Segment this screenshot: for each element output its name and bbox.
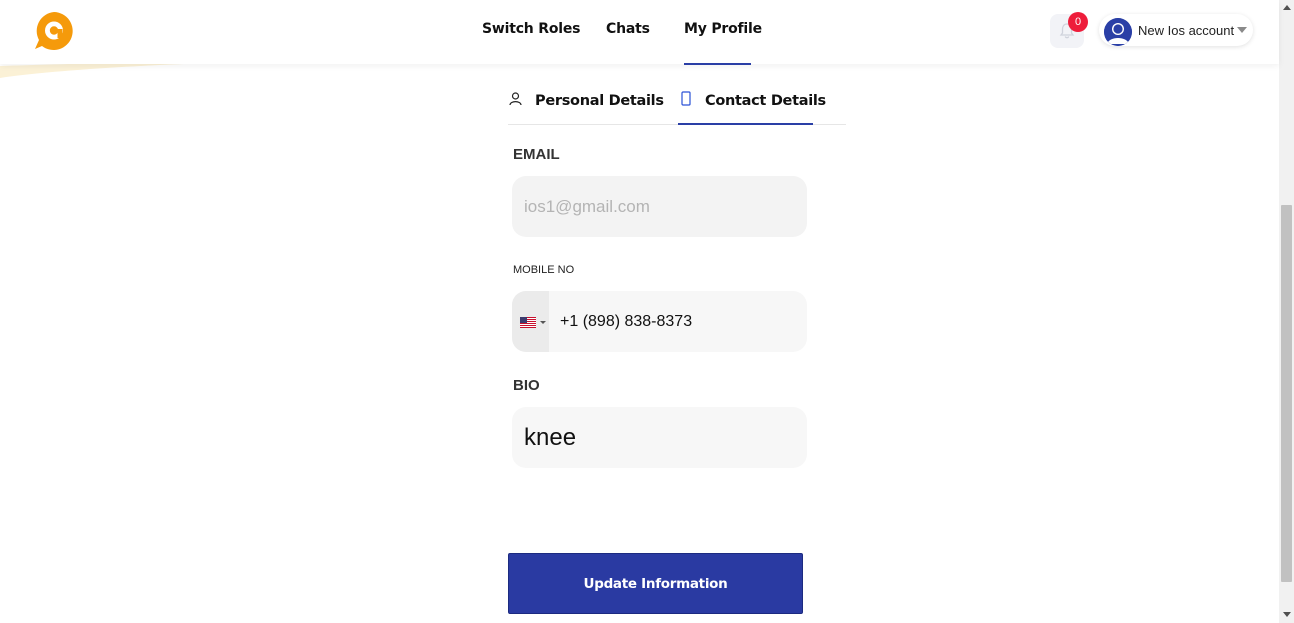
- chat-bubble-logo-icon[interactable]: [33, 11, 75, 51]
- phone-icon: [681, 91, 691, 106]
- scroll-down-arrow-icon[interactable]: [1283, 612, 1291, 617]
- nav-switch-roles[interactable]: Switch Roles: [482, 21, 580, 37]
- email-label: EMAIL: [513, 146, 560, 163]
- tab-contact-details[interactable]: Contact Details: [678, 90, 826, 124]
- bio-field[interactable]: [512, 407, 807, 468]
- mobile-input[interactable]: [560, 291, 800, 352]
- page-scrollbar[interactable]: [1279, 0, 1294, 623]
- scrollbar-thumb[interactable]: [1281, 205, 1292, 582]
- country-code-select[interactable]: [512, 291, 549, 352]
- notification-count-badge: 0: [1068, 12, 1088, 32]
- account-name: New Ios account: [1138, 23, 1235, 38]
- update-information-button[interactable]: Update Information: [508, 553, 803, 614]
- scroll-up-arrow-icon[interactable]: [1283, 5, 1291, 10]
- top-header: Switch Roles Chats My Profile 0 New Ios …: [0, 0, 1279, 65]
- nav-my-profile[interactable]: My Profile: [684, 21, 762, 37]
- email-field[interactable]: [512, 176, 807, 237]
- account-menu[interactable]: New Ios account: [1099, 14, 1253, 46]
- bio-label: BIO: [513, 377, 540, 394]
- tab-contact-details-label: Contact Details: [705, 93, 826, 109]
- tab-personal-details[interactable]: Personal Details: [508, 90, 664, 124]
- country-caret-icon: [540, 321, 546, 324]
- chevron-down-icon: [1237, 27, 1247, 33]
- mobile-label: MOBILE NO: [513, 264, 575, 276]
- nav-chats[interactable]: Chats: [606, 21, 650, 37]
- user-icon: [509, 92, 522, 106]
- tab-personal-details-label: Personal Details: [535, 93, 664, 109]
- user-avatar-icon: [1104, 18, 1132, 46]
- us-flag-icon: [520, 317, 536, 328]
- tab-active-indicator: [678, 123, 813, 125]
- nav-active-indicator: [684, 63, 751, 65]
- mobile-field: [512, 291, 807, 352]
